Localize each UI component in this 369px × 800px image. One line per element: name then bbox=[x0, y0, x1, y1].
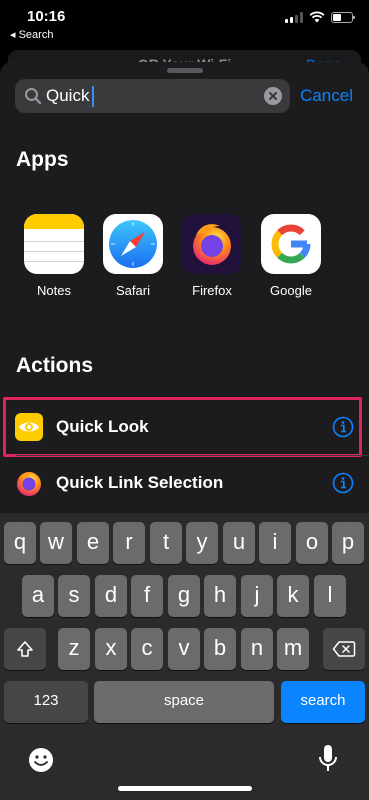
key-y[interactable]: y bbox=[186, 522, 218, 564]
key-i[interactable]: i bbox=[259, 522, 291, 564]
key-t[interactable]: t bbox=[150, 522, 182, 564]
key-z[interactable]: z bbox=[58, 628, 90, 670]
info-icon[interactable] bbox=[332, 472, 354, 494]
backspace-icon bbox=[332, 641, 356, 657]
numbers-key[interactable]: 123 bbox=[4, 681, 88, 723]
app-label: Firefox bbox=[192, 283, 232, 298]
key-r[interactable]: r bbox=[113, 522, 145, 564]
cancel-button[interactable]: Cancel bbox=[300, 86, 353, 106]
text-cursor bbox=[92, 86, 94, 107]
highlight-frame bbox=[3, 397, 362, 457]
microphone-icon[interactable] bbox=[317, 744, 339, 774]
app-label: Notes bbox=[37, 283, 71, 298]
clear-x-icon bbox=[269, 92, 277, 100]
key-p[interactable]: p bbox=[332, 522, 364, 564]
key-d[interactable]: d bbox=[95, 575, 127, 617]
app-label: Safari bbox=[116, 283, 150, 298]
firefox-icon bbox=[15, 469, 43, 497]
app-safari[interactable]: Safari bbox=[98, 214, 168, 298]
app-firefox[interactable]: Firefox bbox=[177, 214, 247, 298]
search-field[interactable] bbox=[15, 79, 290, 113]
delete-key[interactable] bbox=[323, 628, 365, 670]
home-indicator[interactable] bbox=[117, 786, 252, 791]
status-icons bbox=[285, 11, 355, 23]
clear-text-icon[interactable] bbox=[264, 87, 282, 105]
search-input[interactable] bbox=[46, 79, 246, 113]
space-key[interactable]: space bbox=[94, 681, 274, 723]
search-key[interactable]: search bbox=[281, 681, 365, 723]
shift-icon bbox=[17, 641, 33, 657]
key-k[interactable]: k bbox=[277, 575, 309, 617]
key-w[interactable]: w bbox=[40, 522, 72, 564]
key-f[interactable]: f bbox=[131, 575, 163, 617]
key-v[interactable]: v bbox=[168, 628, 200, 670]
app-label: Google bbox=[270, 283, 312, 298]
key-m[interactable]: m bbox=[277, 628, 309, 670]
key-q[interactable]: q bbox=[4, 522, 36, 564]
key-h[interactable]: h bbox=[204, 575, 236, 617]
search-icon bbox=[25, 88, 42, 105]
key-x[interactable]: x bbox=[95, 628, 127, 670]
battery-icon bbox=[331, 11, 355, 23]
key-c[interactable]: c bbox=[131, 628, 163, 670]
key-g[interactable]: g bbox=[168, 575, 200, 617]
wifi-icon bbox=[309, 11, 325, 23]
key-s[interactable]: s bbox=[58, 575, 90, 617]
action-label: Quick Link Selection bbox=[56, 473, 224, 492]
key-l[interactable]: l bbox=[314, 575, 346, 617]
key-o[interactable]: o bbox=[296, 522, 328, 564]
app-notes[interactable]: Notes bbox=[19, 214, 89, 298]
cellular-signal-icon bbox=[285, 11, 303, 23]
shift-key[interactable] bbox=[4, 628, 46, 670]
notes-app-icon bbox=[24, 214, 84, 274]
keyboard: q w e r t y u i o p a s d f g h j k l z … bbox=[0, 513, 369, 800]
firefox-app-icon bbox=[182, 214, 242, 274]
actions-section-title: Actions bbox=[16, 354, 94, 377]
google-app-icon bbox=[261, 214, 321, 274]
key-j[interactable]: j bbox=[241, 575, 273, 617]
emoji-icon[interactable] bbox=[27, 746, 55, 774]
key-b[interactable]: b bbox=[204, 628, 236, 670]
key-u[interactable]: u bbox=[223, 522, 255, 564]
key-e[interactable]: e bbox=[77, 522, 109, 564]
status-time: 10:16 bbox=[27, 8, 66, 25]
safari-app-icon bbox=[103, 214, 163, 274]
app-google[interactable]: Google bbox=[256, 214, 326, 298]
apps-section-title: Apps bbox=[16, 148, 69, 171]
key-n[interactable]: n bbox=[241, 628, 273, 670]
back-to-search-link[interactable]: ◂ Search bbox=[10, 28, 53, 41]
key-a[interactable]: a bbox=[22, 575, 54, 617]
sheet-grabber[interactable] bbox=[166, 68, 203, 73]
action-row-quick-link-selection[interactable]: Quick Link Selection bbox=[0, 455, 369, 511]
